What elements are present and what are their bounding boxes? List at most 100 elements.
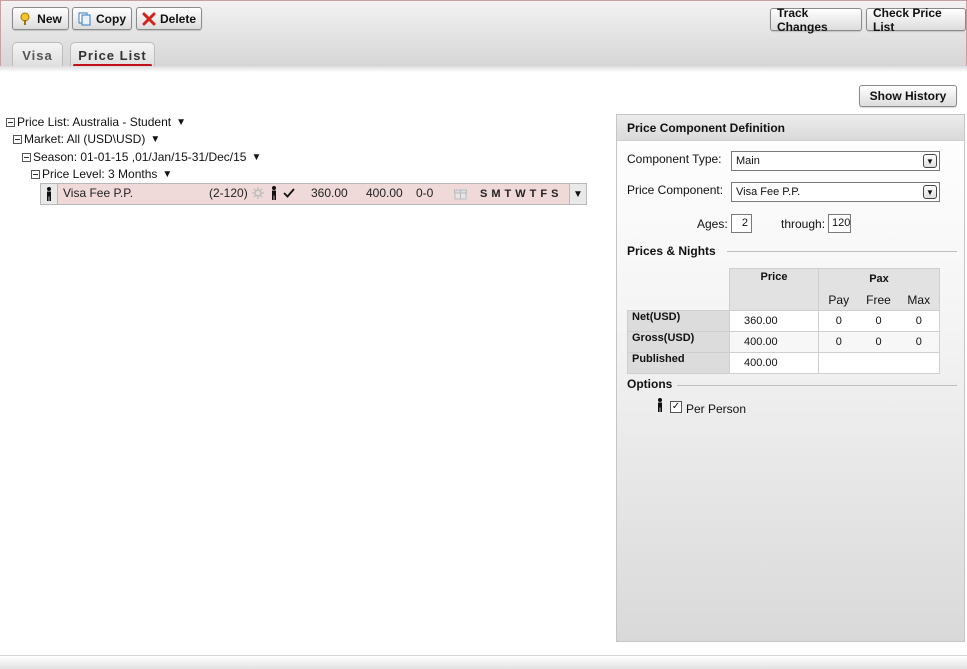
day-sun: S — [480, 188, 488, 200]
copy-button[interactable]: Copy — [72, 7, 132, 30]
published-price: 400.00 — [744, 357, 778, 369]
tab-price-list[interactable]: Price List — [70, 42, 155, 67]
gross-pay: 0 — [835, 336, 842, 348]
net-pay-cell[interactable]: 0 — [818, 310, 859, 332]
pay-header-label: Pay — [828, 292, 850, 307]
max-header: Max — [898, 289, 940, 311]
day-sat: S — [551, 188, 559, 200]
component-type-select[interactable]: Main ▼ — [731, 151, 940, 171]
gross-max: 0 — [915, 336, 922, 348]
net-free-cell[interactable]: 0 — [858, 310, 899, 332]
ages-to-value: 120 — [832, 217, 851, 229]
row-menu-dropdown-icon[interactable]: ▼ — [569, 184, 586, 204]
toolbar: New Copy Delete Track Changes Check Pric… — [0, 0, 967, 67]
table-row: Net(USD) 360.00 0 0 0 — [627, 310, 940, 332]
table-corner — [628, 290, 730, 311]
new-button[interactable]: New — [12, 7, 69, 30]
price-component-select[interactable]: Visa Fee P.P. ▼ — [731, 182, 940, 202]
ages-from-input[interactable]: 2 — [731, 214, 752, 233]
show-history-label: Show History — [869, 89, 947, 103]
net-price-cell[interactable]: 360.00 — [729, 310, 819, 332]
check-price-list-button[interactable]: Check Price List — [866, 5, 966, 34]
copy-icon — [78, 12, 92, 26]
component-name: Visa Fee P.P. — [63, 186, 134, 200]
tree-season[interactable]: Season: 01-01-15 ,01/Jan/15-31/Dec/15 ▼ — [22, 149, 261, 165]
table-row: Published 400.00 — [627, 352, 940, 374]
price-component-label: Price Component: — [627, 183, 724, 197]
ages-label: Ages: — [697, 217, 728, 231]
tree-price-level[interactable]: Price Level: 3 Months ▼ — [31, 166, 172, 182]
published-label: Published — [632, 353, 685, 365]
tree-market[interactable]: Market: All (USD\USD) ▼ — [13, 131, 160, 147]
through-label: through: — [781, 217, 826, 231]
component-pax: 0-0 — [416, 186, 434, 200]
copy-button-label: Copy — [96, 11, 126, 26]
gross-pay-cell[interactable]: 0 — [818, 331, 859, 353]
pax-header-label: Pax — [869, 273, 889, 286]
day-wed: W — [515, 188, 526, 200]
prices-table: Price Pax Pay Free Max Net(USD) 360.00 0… — [627, 268, 940, 374]
price-component-value: Visa Fee P.P. — [736, 186, 801, 198]
gear-icon — [252, 187, 264, 202]
track-changes-button[interactable]: Track Changes — [770, 5, 862, 34]
person-icon — [41, 184, 58, 204]
price-component-row[interactable]: Visa Fee P.P. (2-120) 360.00 400.00 0-0 … — [40, 183, 587, 205]
collapse-icon[interactable] — [31, 169, 40, 179]
net-price: 360.00 — [744, 315, 778, 327]
row-label: Gross(USD) — [627, 331, 730, 353]
options-title: Options — [627, 377, 673, 391]
collapse-icon[interactable] — [22, 152, 31, 162]
price-header-label: Price — [760, 271, 788, 283]
net-max-cell[interactable]: 0 — [898, 310, 940, 332]
free-header-label: Free — [866, 292, 891, 307]
delete-button[interactable]: Delete — [136, 7, 202, 30]
per-person-checkbox[interactable]: ✓ — [670, 401, 682, 413]
ages-to-input[interactable]: 120 — [828, 214, 851, 233]
toolbar-shadow — [0, 66, 967, 72]
section-divider — [677, 385, 957, 386]
day-mon: M — [491, 188, 501, 200]
gross-price: 400.00 — [744, 336, 778, 348]
component-days: SMTWTFS — [480, 186, 562, 200]
market-label: Market: All (USD\USD) — [24, 132, 146, 146]
prices-nights-title: Prices & Nights — [627, 244, 716, 258]
row-label: Published — [627, 352, 730, 374]
dropdown-arrow-icon[interactable]: ▼ — [162, 169, 172, 180]
tab-visa-label: Visa — [22, 47, 53, 63]
tab-visa[interactable]: Visa — [12, 42, 63, 67]
component-type-value: Main — [736, 155, 760, 167]
check-icon — [283, 187, 295, 202]
delete-button-label: Delete — [159, 11, 197, 26]
price-component-panel: Price Component Definition Component Typ… — [616, 114, 965, 642]
dropdown-arrow-icon[interactable]: ▼ — [176, 117, 186, 128]
day-fri: F — [540, 188, 548, 200]
published-pax-cell — [818, 352, 940, 374]
tree-price-list[interactable]: Price List: Australia - Student ▼ — [6, 114, 186, 130]
show-history-button[interactable]: Show History — [859, 85, 957, 107]
day-thu: T — [529, 188, 537, 200]
person-icon — [656, 398, 664, 415]
collapse-icon[interactable] — [6, 117, 15, 127]
gross-free-cell[interactable]: 0 — [858, 331, 899, 353]
season-label: Season: 01-01-15 ,01/Jan/15-31/Dec/15 — [33, 150, 247, 164]
gross-label: Gross(USD) — [632, 332, 695, 344]
check-price-list-label: Check Price List — [873, 5, 942, 34]
published-price-cell[interactable]: 400.00 — [729, 352, 819, 374]
component-net-price: 360.00 — [311, 186, 348, 200]
max-header-label: Max — [907, 292, 931, 307]
row-label: Net(USD) — [627, 310, 730, 332]
chevron-down-icon[interactable]: ▼ — [923, 154, 937, 168]
dropdown-arrow-icon[interactable]: ▼ — [251, 152, 261, 163]
new-icon — [19, 12, 33, 26]
net-pay: 0 — [835, 315, 842, 327]
gross-price-cell[interactable]: 400.00 — [729, 331, 819, 353]
price-level-label: Price Level: 3 Months — [42, 167, 158, 181]
component-ages: (2-120) — [209, 186, 248, 200]
collapse-icon[interactable] — [13, 134, 22, 144]
panel-title: Price Component Definition — [617, 115, 964, 141]
chevron-down-icon[interactable]: ▼ — [923, 185, 937, 199]
price-list-label: Price List: Australia - Student — [17, 115, 172, 129]
dropdown-arrow-icon[interactable]: ▼ — [150, 134, 160, 145]
gross-max-cell[interactable]: 0 — [898, 331, 940, 353]
track-changes-label: Track Changes — [777, 5, 828, 34]
